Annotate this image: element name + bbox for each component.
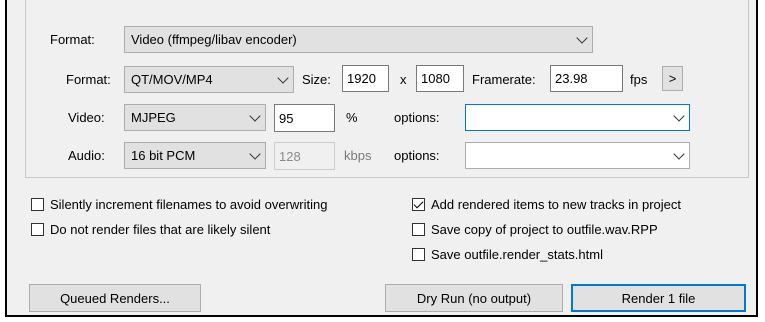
audio-label: Audio: [68, 148, 105, 163]
format-dropdown-value: Video (ffmpeg/libav encoder) [131, 32, 297, 47]
audio-options-dropdown[interactable] [465, 142, 690, 169]
silently-increment-checkbox[interactable]: Silently increment filenames to avoid ov… [31, 197, 327, 212]
save-render-stats-label: Save outfile.render_stats.html [431, 247, 603, 262]
silently-increment-label: Silently increment filenames to avoid ov… [50, 197, 328, 212]
more-framerate-button[interactable]: > [662, 66, 683, 91]
video-unit-label: % [346, 110, 358, 125]
fps-label: fps [630, 72, 648, 87]
audio-options-label: options: [394, 148, 440, 163]
audio-bitrate-value: 128 [279, 148, 301, 164]
skip-silent-files-label: Do not render files that are likely sile… [50, 222, 271, 237]
dry-run-button[interactable]: Dry Run (no output) [385, 284, 563, 312]
height-input[interactable]: 1080 [416, 65, 464, 92]
video-label: Video: [68, 110, 105, 125]
video-options-label: options: [394, 110, 440, 125]
width-input[interactable]: 1920 [342, 65, 389, 92]
size-x-label: x [400, 72, 407, 87]
framerate-value: 23.98 [555, 71, 588, 86]
add-to-new-tracks-checkbox[interactable]: Add rendered items to new tracks in proj… [412, 197, 681, 212]
output-format-group: Format: Video (ffmpeg/libav encoder) For… [25, 0, 749, 178]
container-dropdown[interactable]: QT/MOV/MP4 [124, 66, 294, 93]
chevron-down-icon [673, 147, 685, 160]
queued-renders-button[interactable]: Queued Renders... [29, 284, 201, 312]
height-value: 1080 [421, 71, 450, 86]
save-render-stats-checkbox[interactable]: Save outfile.render_stats.html [412, 247, 603, 262]
container-dropdown-value: QT/MOV/MP4 [131, 72, 213, 87]
checkbox-box[interactable] [31, 223, 44, 236]
video-quality-value: 95 [279, 110, 294, 126]
save-project-copy-checkbox[interactable]: Save copy of project to outfile.wav.RPP [412, 222, 658, 237]
framerate-input[interactable]: 23.98 [550, 65, 623, 92]
container-label: Format: [66, 72, 111, 87]
audio-codec-value: 16 bit PCM [131, 148, 196, 163]
render-button[interactable]: Render 1 file [571, 284, 746, 312]
checkbox-box[interactable] [31, 198, 44, 211]
checkbox-box[interactable] [412, 223, 425, 236]
size-label: Size: [302, 72, 331, 87]
audio-unit-label: kbps [344, 148, 372, 163]
skip-silent-files-checkbox[interactable]: Do not render files that are likely sile… [31, 222, 270, 237]
render-dialog: Format: Video (ffmpeg/libav encoder) For… [5, 0, 758, 317]
chevron-down-icon [576, 31, 588, 44]
add-to-new-tracks-label: Add rendered items to new tracks in proj… [431, 197, 682, 212]
video-codec-dropdown[interactable]: MJPEG [124, 104, 266, 131]
video-quality-input[interactable]: 95 [274, 104, 335, 132]
format-label: Format: [50, 32, 95, 47]
audio-codec-dropdown[interactable]: 16 bit PCM [124, 142, 266, 169]
chevron-down-icon [277, 71, 289, 84]
chevron-down-icon [673, 109, 685, 122]
video-options-dropdown[interactable] [465, 104, 690, 131]
save-project-copy-label: Save copy of project to outfile.wav.RPP [431, 222, 658, 237]
width-value: 1920 [347, 71, 376, 86]
checkbox-box[interactable] [412, 248, 425, 261]
audio-bitrate-input[interactable]: 128 [274, 142, 335, 170]
video-codec-value: MJPEG [131, 110, 176, 125]
chevron-down-icon [249, 109, 261, 122]
chevron-down-icon [249, 147, 261, 160]
format-dropdown[interactable]: Video (ffmpeg/libav encoder) [124, 26, 593, 53]
framerate-label: Framerate: [472, 72, 536, 87]
checkbox-box-checked[interactable] [412, 198, 425, 211]
